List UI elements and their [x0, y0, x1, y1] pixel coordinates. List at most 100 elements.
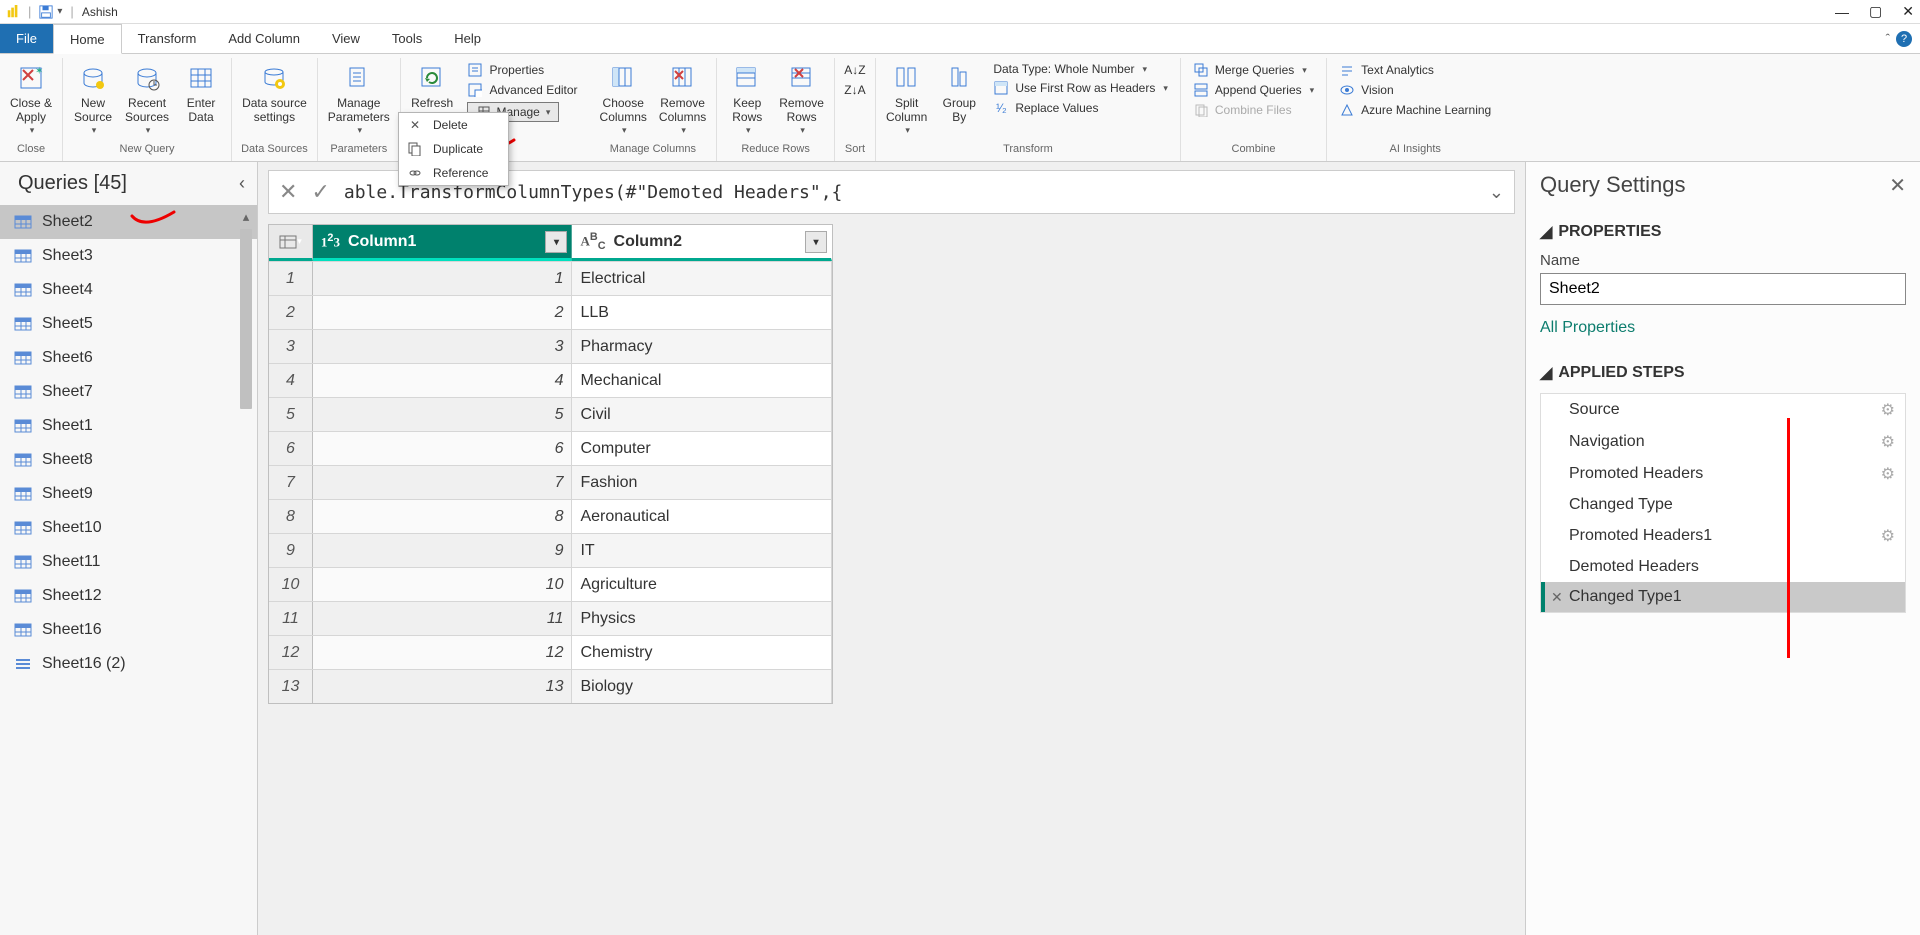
- cell-column1[interactable]: 1: [313, 262, 573, 295]
- collapse-steps-icon[interactable]: ◢: [1540, 363, 1552, 383]
- minimize-icon[interactable]: —: [1835, 4, 1849, 20]
- cell-column1[interactable]: 9: [313, 534, 573, 567]
- grid-corner-button[interactable]: ▾: [269, 225, 313, 261]
- tab-view[interactable]: View: [316, 24, 376, 53]
- keep-rows-button[interactable]: Keep Rows▾: [723, 60, 771, 138]
- maximize-icon[interactable]: ▢: [1869, 3, 1882, 20]
- cell-column2[interactable]: Fashion: [572, 466, 832, 499]
- tab-add-column[interactable]: Add Column: [212, 24, 316, 53]
- cell-column2[interactable]: Mechanical: [572, 364, 832, 397]
- cell-column1[interactable]: 12: [313, 636, 573, 669]
- scroll-up-icon[interactable]: ▴: [237, 209, 255, 227]
- cell-column1[interactable]: 3: [313, 330, 573, 363]
- table-row[interactable]: 99IT: [269, 533, 832, 567]
- replace-values-button[interactable]: ¹⁄₂Replace Values: [987, 98, 1174, 118]
- table-row[interactable]: 11Electrical: [269, 261, 832, 295]
- manage-menu-reference[interactable]: Reference: [399, 161, 508, 185]
- cell-column1[interactable]: 4: [313, 364, 573, 397]
- collapse-properties-icon[interactable]: ◢: [1540, 222, 1552, 242]
- tab-home[interactable]: Home: [53, 24, 122, 54]
- column-header-column1[interactable]: 123 Column1 ▾: [313, 225, 573, 261]
- table-row[interactable]: 88Aeronautical: [269, 499, 832, 533]
- applied-step[interactable]: ✕Changed Type1: [1541, 582, 1905, 612]
- table-row[interactable]: 66Computer: [269, 431, 832, 465]
- formula-apply-icon[interactable]: ✓: [311, 179, 329, 205]
- first-row-headers-button[interactable]: Use First Row as Headers▾: [987, 78, 1174, 98]
- sort-asc-button[interactable]: A↓Z: [841, 60, 869, 80]
- query-item[interactable]: Sheet9: [0, 477, 257, 511]
- query-item[interactable]: Sheet3: [0, 239, 257, 273]
- query-item[interactable]: Sheet7: [0, 375, 257, 409]
- cell-column2[interactable]: LLB: [572, 296, 832, 329]
- combine-files-button[interactable]: Combine Files: [1187, 100, 1320, 120]
- manage-menu-duplicate[interactable]: Duplicate: [399, 137, 508, 161]
- properties-button[interactable]: Properties: [461, 60, 583, 80]
- tab-help[interactable]: Help: [438, 24, 497, 53]
- cell-column1[interactable]: 2: [313, 296, 573, 329]
- help-icon[interactable]: ?: [1896, 31, 1912, 47]
- enter-data-button[interactable]: Enter Data: [177, 60, 225, 127]
- text-analytics-button[interactable]: Text Analytics: [1333, 60, 1497, 80]
- all-properties-link[interactable]: All Properties: [1540, 319, 1906, 337]
- cell-column2[interactable]: IT: [572, 534, 832, 567]
- query-item[interactable]: Sheet5: [0, 307, 257, 341]
- cell-column2[interactable]: Biology: [572, 670, 832, 703]
- manage-parameters-button[interactable]: Manage Parameters▾: [324, 60, 394, 138]
- table-row[interactable]: 22LLB: [269, 295, 832, 329]
- cell-column2[interactable]: Pharmacy: [572, 330, 832, 363]
- table-row[interactable]: 1313Biology: [269, 669, 832, 703]
- query-item[interactable]: Sheet16 (2): [0, 647, 257, 681]
- formula-expand-icon[interactable]: ⌄: [1489, 182, 1504, 203]
- cell-column1[interactable]: 6: [313, 432, 573, 465]
- cell-column1[interactable]: 10: [313, 568, 573, 601]
- cell-column2[interactable]: Aeronautical: [572, 500, 832, 533]
- gear-icon[interactable]: ⚙: [1881, 432, 1895, 452]
- group-by-button[interactable]: Group By: [935, 60, 983, 127]
- formula-text[interactable]: able.TransformColumnTypes(#"Demoted Head…: [344, 182, 1489, 203]
- table-row[interactable]: 77Fashion: [269, 465, 832, 499]
- remove-columns-button[interactable]: Remove Columns▾: [655, 60, 710, 138]
- table-row[interactable]: 1010Agriculture: [269, 567, 832, 601]
- cell-column1[interactable]: 7: [313, 466, 573, 499]
- table-row[interactable]: 1111Physics: [269, 601, 832, 635]
- tab-file[interactable]: File: [0, 24, 53, 53]
- query-item[interactable]: Sheet6: [0, 341, 257, 375]
- query-item[interactable]: Sheet2: [0, 205, 257, 239]
- query-item[interactable]: Sheet11: [0, 545, 257, 579]
- sort-desc-button[interactable]: Z↓A: [841, 80, 869, 100]
- recent-sources-button[interactable]: Recent Sources▾: [121, 60, 173, 138]
- cell-column2[interactable]: Electrical: [572, 262, 832, 295]
- qat-dropdown-icon[interactable]: ▾: [57, 6, 62, 17]
- query-name-input[interactable]: [1540, 273, 1906, 305]
- gear-icon[interactable]: ⚙: [1881, 464, 1895, 484]
- tab-transform[interactable]: Transform: [122, 24, 213, 53]
- cell-column2[interactable]: Agriculture: [572, 568, 832, 601]
- gear-icon[interactable]: ⚙: [1881, 400, 1895, 420]
- cell-column2[interactable]: Physics: [572, 602, 832, 635]
- azure-ml-button[interactable]: Azure Machine Learning: [1333, 100, 1497, 120]
- ribbon-collapse-icon[interactable]: ˆ: [1886, 31, 1890, 46]
- save-icon[interactable]: [39, 5, 53, 19]
- query-item[interactable]: Sheet1: [0, 409, 257, 443]
- table-row[interactable]: 1212Chemistry: [269, 635, 832, 669]
- cell-column2[interactable]: Chemistry: [572, 636, 832, 669]
- query-item[interactable]: Sheet10: [0, 511, 257, 545]
- cell-column1[interactable]: 5: [313, 398, 573, 431]
- advanced-editor-button[interactable]: Advanced Editor: [461, 80, 583, 100]
- new-source-button[interactable]: New Source▾: [69, 60, 117, 138]
- column-filter-icon[interactable]: ▾: [805, 231, 827, 253]
- cell-column2[interactable]: Civil: [572, 398, 832, 431]
- cell-column1[interactable]: 13: [313, 670, 573, 703]
- query-settings-close-icon[interactable]: ✕: [1889, 173, 1906, 198]
- vision-button[interactable]: Vision: [1333, 80, 1497, 100]
- applied-step[interactable]: Demoted Headers: [1541, 552, 1905, 582]
- queries-scrollbar[interactable]: ▴: [237, 209, 255, 935]
- choose-columns-button[interactable]: Choose Columns▾: [596, 60, 651, 138]
- data-source-settings-button[interactable]: Data source settings: [238, 60, 311, 127]
- tab-tools[interactable]: Tools: [376, 24, 438, 53]
- cell-column2[interactable]: Computer: [572, 432, 832, 465]
- manage-menu-delete[interactable]: ✕Delete: [399, 113, 508, 137]
- table-row[interactable]: 55Civil: [269, 397, 832, 431]
- query-item[interactable]: Sheet16: [0, 613, 257, 647]
- cell-column1[interactable]: 8: [313, 500, 573, 533]
